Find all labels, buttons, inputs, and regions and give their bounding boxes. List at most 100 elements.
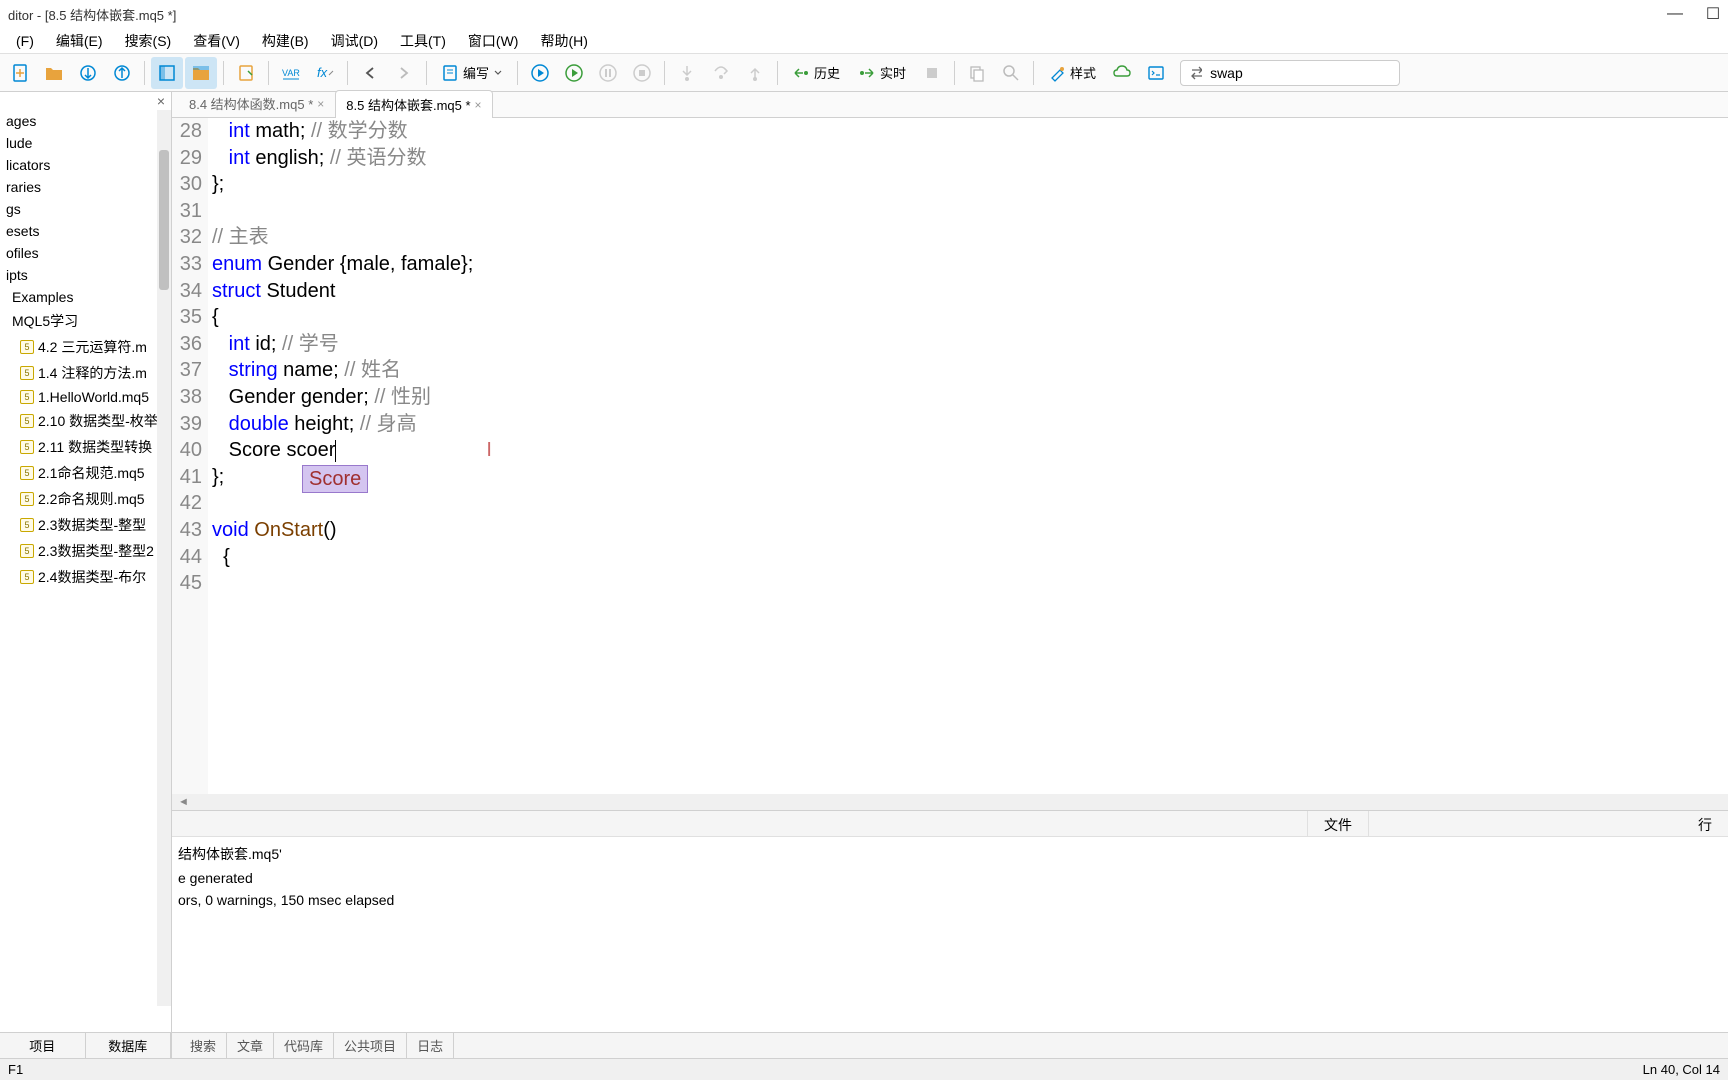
toolbar-separator: [517, 61, 518, 85]
function-button[interactable]: fx: [309, 57, 341, 89]
menu-file[interactable]: (F): [6, 30, 44, 52]
tree-file[interactable]: 51.4 注释的方法.m: [0, 360, 171, 386]
mq5-file-icon: 5: [20, 414, 34, 428]
tree-file[interactable]: 52.3数据类型-整型2: [0, 538, 171, 564]
menu-help[interactable]: 帮助(H): [530, 28, 597, 54]
sidebar-scrollbar[interactable]: [157, 110, 171, 1006]
styles-button[interactable]: 样式: [1040, 59, 1104, 86]
clipboard-button[interactable]: [230, 57, 262, 89]
step-out-button[interactable]: [739, 57, 771, 89]
open-folder-button[interactable]: [38, 57, 70, 89]
output-body: 结构体嵌套.mq5' e generated ors, 0 warnings, …: [172, 837, 1728, 1032]
cloud-button[interactable]: [1106, 57, 1138, 89]
tree-folder[interactable]: ages: [0, 110, 171, 132]
tree-folder[interactable]: raries: [0, 176, 171, 198]
save-button[interactable]: [72, 57, 104, 89]
menu-view[interactable]: 查看(V): [183, 28, 250, 54]
output-tab-log[interactable]: 日志: [407, 1032, 454, 1059]
navigator-tree: ages lude licators raries gs esets ofile…: [0, 92, 171, 1032]
terminal-button[interactable]: [1140, 57, 1172, 89]
tree-folder[interactable]: lude: [0, 132, 171, 154]
history-label: 历史: [814, 63, 840, 82]
menu-window[interactable]: 窗口(W): [458, 28, 529, 54]
find-button[interactable]: [995, 57, 1027, 89]
save-all-button[interactable]: [106, 57, 138, 89]
toolbar-search[interactable]: [1180, 60, 1400, 86]
debug-start-button[interactable]: [524, 57, 556, 89]
menu-tools[interactable]: 工具(T): [390, 28, 456, 54]
tree-folder[interactable]: ofiles: [0, 242, 171, 264]
styles-label: 样式: [1070, 63, 1096, 82]
stop-button[interactable]: [626, 57, 658, 89]
mq5-file-icon: 5: [20, 340, 34, 354]
copy-button[interactable]: [961, 57, 993, 89]
new-file-button[interactable]: [4, 57, 36, 89]
menu-debug[interactable]: 调试(D): [321, 28, 388, 54]
toggle-navigator-button[interactable]: [151, 57, 183, 89]
menu-build[interactable]: 构建(B): [252, 28, 319, 54]
sidebar-tab-database[interactable]: 数据库: [86, 1033, 172, 1058]
tree-folder[interactable]: gs: [0, 198, 171, 220]
output-tab-codebase[interactable]: 代码库: [274, 1032, 334, 1059]
tree-folder[interactable]: MQL5学习: [0, 308, 171, 334]
output-header: 文件 行: [172, 811, 1728, 837]
status-cursor-pos: Ln 40, Col 14: [1643, 1062, 1720, 1077]
output-line: e generated: [178, 867, 1722, 889]
run-button[interactable]: [558, 57, 590, 89]
toolbar-separator: [777, 61, 778, 85]
stop-live-button[interactable]: [916, 57, 948, 89]
tree-file[interactable]: 52.2命名规则.mq5: [0, 486, 171, 512]
sidebar-tab-project[interactable]: 项目: [0, 1033, 86, 1058]
var-button[interactable]: VAR: [275, 57, 307, 89]
editor-tab-active[interactable]: 8.5 结构体嵌套.mq5 *×: [335, 90, 492, 118]
menu-edit[interactable]: 编辑(E): [46, 28, 113, 54]
swap-icon: [1189, 65, 1202, 81]
tree-folder[interactable]: licators: [0, 154, 171, 176]
nav-forward-button[interactable]: [388, 57, 420, 89]
tree-folder[interactable]: ipts: [0, 264, 171, 286]
search-input[interactable]: [1210, 65, 1391, 81]
tree-file[interactable]: 52.1命名规范.mq5: [0, 460, 171, 486]
window-controls: — ☐: [1668, 7, 1720, 21]
live-button[interactable]: 实时: [850, 59, 914, 86]
autocomplete-popup[interactable]: Score: [302, 465, 368, 494]
tree-file[interactable]: 52.3数据类型-整型: [0, 512, 171, 538]
compile-label: 编写: [463, 63, 489, 82]
code-editor[interactable]: 282930313233343536373839404142434445 int…: [172, 118, 1728, 794]
history-button[interactable]: 历史: [784, 59, 848, 86]
editor-hscroll[interactable]: ◄: [172, 794, 1728, 810]
minimize-button[interactable]: —: [1668, 7, 1682, 21]
svg-text:fx: fx: [317, 65, 328, 80]
toolbar-separator: [664, 61, 665, 85]
nav-back-button[interactable]: [354, 57, 386, 89]
tree-file[interactable]: 52.10 数据类型-枚举: [0, 408, 171, 434]
tab-close-icon[interactable]: ×: [317, 97, 324, 111]
maximize-button[interactable]: ☐: [1706, 7, 1720, 21]
editor-tab[interactable]: 8.4 结构体函数.mq5 *×: [178, 89, 335, 117]
toolbar-separator: [954, 61, 955, 85]
code-lines[interactable]: int math; // 数学分数 int english; // 英语分数};…: [208, 118, 1728, 794]
tab-close-icon[interactable]: ×: [475, 98, 482, 112]
tree-file[interactable]: 51.HelloWorld.mq5: [0, 386, 171, 408]
compile-button[interactable]: 编写: [433, 59, 511, 86]
tree-file[interactable]: 54.2 三元运算符.m: [0, 334, 171, 360]
output-line: ors, 0 warnings, 150 msec elapsed: [178, 889, 1722, 911]
output-tab-articles[interactable]: 文章: [227, 1032, 274, 1059]
step-into-button[interactable]: [671, 57, 703, 89]
mq5-file-icon: 5: [20, 366, 34, 380]
tree-folder[interactable]: esets: [0, 220, 171, 242]
toggle-toolbox-button[interactable]: [185, 57, 217, 89]
scroll-left-icon[interactable]: ◄: [178, 796, 189, 808]
tree-file[interactable]: 52.4数据类型-布尔: [0, 564, 171, 590]
output-panel: 文件 行 结构体嵌套.mq5' e generated ors, 0 warni…: [172, 810, 1728, 1058]
tree-file[interactable]: 52.11 数据类型转换: [0, 434, 171, 460]
output-tab-search[interactable]: 搜索: [180, 1032, 227, 1059]
scrollbar-thumb[interactable]: [159, 150, 169, 290]
menu-search[interactable]: 搜索(S): [115, 28, 182, 54]
output-tab-public[interactable]: 公共项目: [334, 1032, 407, 1059]
mq5-file-icon: 5: [20, 440, 34, 454]
pause-button[interactable]: [592, 57, 624, 89]
output-col-file: 文件: [1307, 811, 1368, 836]
tree-folder[interactable]: Examples: [0, 286, 171, 308]
step-over-button[interactable]: [705, 57, 737, 89]
